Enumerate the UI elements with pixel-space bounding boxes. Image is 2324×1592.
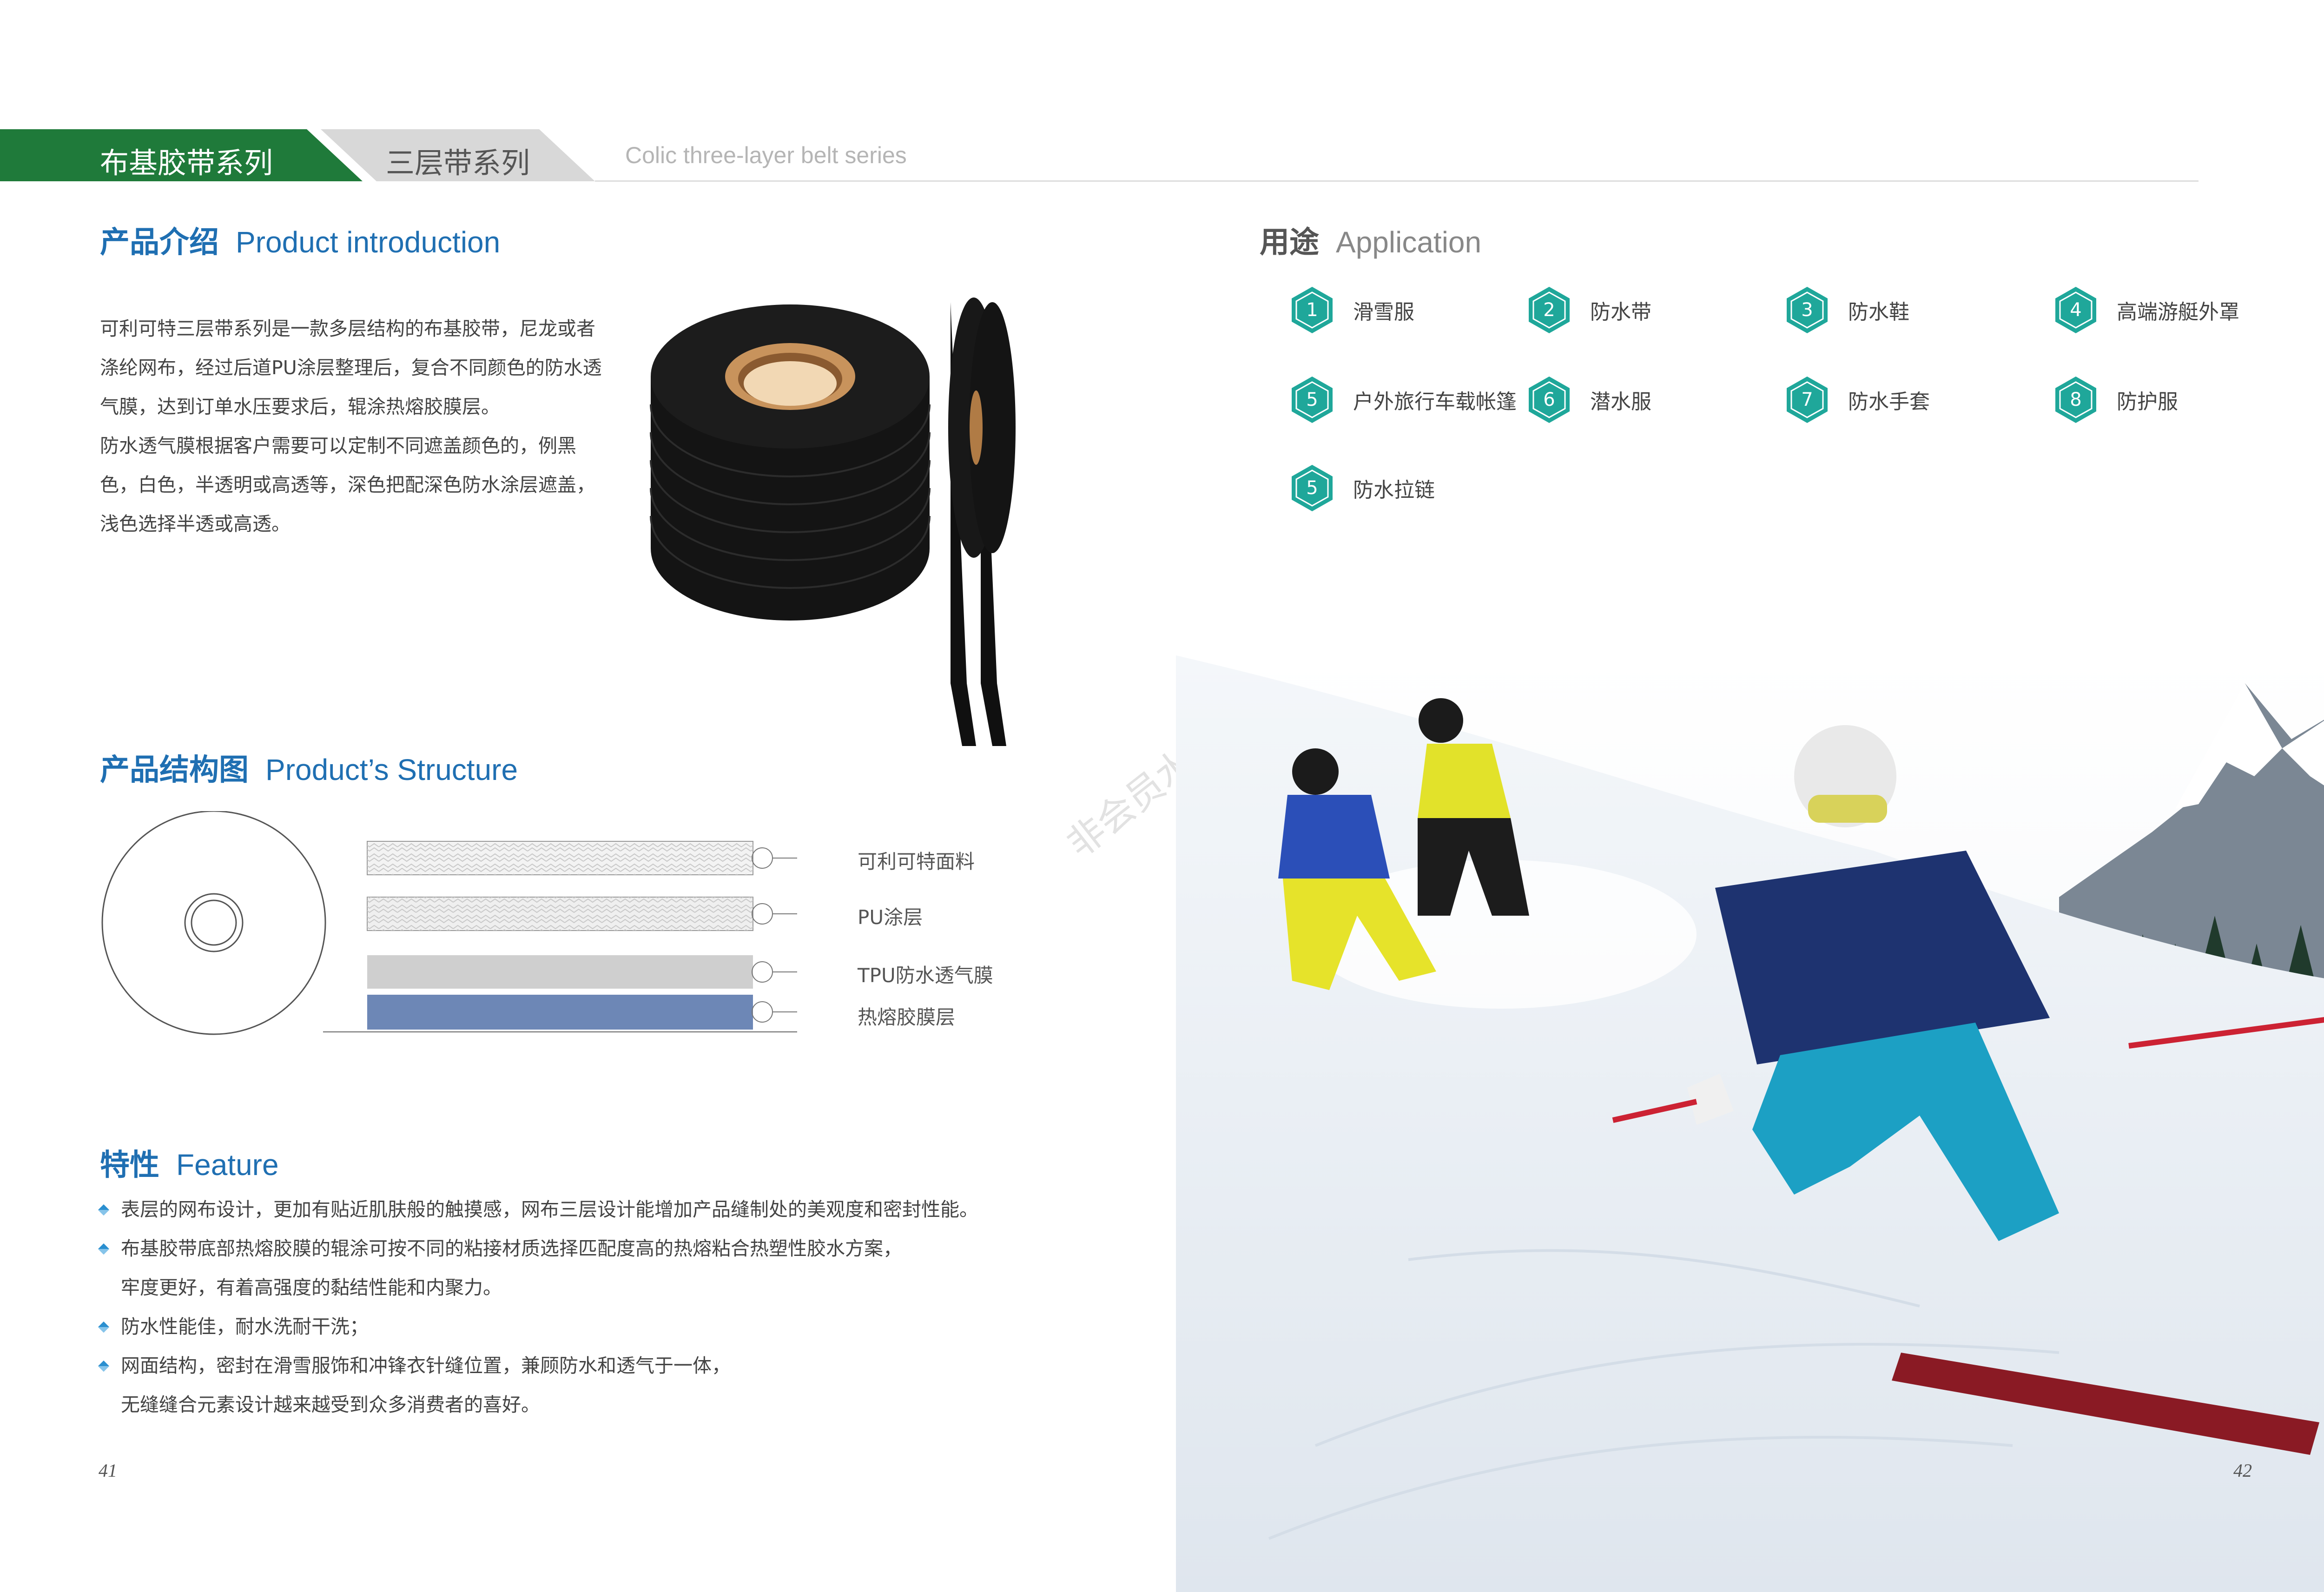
application-heading: 用途 Application: [1260, 218, 1481, 261]
hexagon-number-icon: 3: [1785, 286, 1829, 334]
page-number-right: 42: [2233, 1460, 2252, 1481]
diamond-bullet-icon: [98, 1321, 109, 1333]
application-label: 防水鞋: [1848, 300, 1909, 324]
application-label: 防水带: [1590, 300, 1651, 324]
series-tab-primary-label: 布基胶带系列: [100, 146, 273, 180]
hexagon-number-icon: 7: [1785, 376, 1829, 424]
layer-label-pu-coating: PU涂层: [858, 906, 923, 929]
feature-item-text: 防水性能佳，耐水洗耐干洗；: [121, 1315, 369, 1338]
application-label: 潜水服: [1590, 390, 1651, 414]
ski-photo: [1176, 655, 2324, 1592]
feature-item: 防水性能佳，耐水洗耐干洗；: [98, 1307, 1074, 1346]
feature-list: 表层的网布设计，更加有贴近肌肤般的触摸感，网布三层设计能增加产品缝制处的美观度和…: [98, 1190, 1074, 1424]
structure-heading: 产品结构图 Product’s Structure: [100, 746, 518, 789]
diamond-bullet-icon: [98, 1243, 109, 1255]
intro-heading: 产品介绍 Product introduction: [100, 218, 500, 261]
application-item: 3 防水鞋: [1785, 284, 1909, 336]
hexagon-number-icon: 5: [1290, 464, 1334, 512]
structure-diagram: [100, 811, 797, 1044]
intro-text: 可利可特三层带系列是一款多层结构的布基胶带，尼龙或者涤纶网布，经过后道PU涂层整…: [100, 309, 602, 543]
feature-item: 表层的网布设计，更加有贴近肌肤般的触摸感，网布三层设计能增加产品缝制处的美观度和…: [98, 1190, 1074, 1229]
layer-label-tpu-membrane: TPU防水透气膜: [858, 964, 993, 987]
header-subtitle: Colic three-layer belt series: [625, 142, 907, 168]
tape-roll-product-image: [646, 288, 1064, 762]
application-label: 防水拉链: [1353, 478, 1435, 502]
diamond-bullet-icon: [98, 1361, 109, 1372]
feature-item-text: 布基胶带底部热熔胶膜的辊涂可按不同的粘接材质选择匹配度高的热熔粘合热塑性胶水方案…: [121, 1237, 902, 1260]
page-number-left: 41: [99, 1460, 117, 1481]
feature-item-text-cont: 牢度更好，有着高强度的黏结性能和内聚力。: [121, 1276, 502, 1299]
application-label: 高端游艇外罩: [2117, 300, 2239, 324]
structure-heading-cn: 产品结构图: [100, 753, 249, 787]
application-item: 5 防水拉链: [1290, 462, 1435, 514]
application-label: 防护服: [2117, 390, 2178, 414]
feature-heading-en: Feature: [176, 1148, 279, 1182]
intro-heading-en: Product introduction: [236, 225, 501, 259]
application-label: 户外旅行车载帐篷: [1353, 390, 1517, 414]
application-heading-en: Application: [1336, 225, 1482, 259]
feature-item-text-cont: 无缝缝合元素设计越来越受到众多消费者的喜好。: [121, 1394, 540, 1416]
application-item: 2 防水带: [1527, 284, 1651, 336]
application-heading-cn: 用途: [1260, 225, 1319, 260]
feature-heading: 特性 Feature: [100, 1141, 279, 1184]
feature-heading-cn: 特性: [100, 1148, 159, 1182]
feature-item-text: 表层的网布设计，更加有贴近肌肤般的触摸感，网布三层设计能增加产品缝制处的美观度和…: [121, 1198, 978, 1221]
diamond-bullet-icon: [98, 1204, 109, 1215]
hexagon-number-icon: 1: [1290, 286, 1334, 334]
hexagon-number-icon: 4: [2053, 286, 2098, 334]
application-item: 4 高端游艇外罩: [2053, 284, 2239, 336]
layer-label-hot-melt: 热熔胶膜层: [858, 1006, 956, 1029]
series-tab-secondary: 三层带系列: [321, 129, 595, 181]
application-label: 滑雪服: [1353, 300, 1414, 324]
application-item: 8 防护服: [2053, 374, 2178, 425]
header-divider: [595, 180, 2199, 182]
application-item: 5 户外旅行车载帐篷: [1290, 374, 1517, 425]
feature-item-text: 网面结构，密封在滑雪服饰和冲锋衣针缝位置，兼顾防水和透气于一体，: [121, 1354, 731, 1377]
layer-label-fabric: 可利可特面料: [858, 850, 975, 873]
application-label: 防水手套: [1848, 390, 1930, 414]
intro-paragraph-2: 防水透气膜根据客户需要可以定制不同遮盖颜色的，例黑色，白色，半透明或高透等，深色…: [100, 435, 595, 535]
hexagon-number-icon: 8: [2053, 376, 2098, 424]
intro-paragraph-1: 可利可特三层带系列是一款多层结构的布基胶带，尼龙或者涤纶网布，经过后道PU涂层整…: [100, 317, 602, 418]
series-tab-secondary-label: 三层带系列: [386, 146, 530, 180]
feature-item: 布基胶带底部热熔胶膜的辊涂可按不同的粘接材质选择匹配度高的热熔粘合热塑性胶水方案…: [98, 1229, 1074, 1307]
hexagon-number-icon: 6: [1527, 376, 1571, 424]
structure-heading-en: Product’s Structure: [265, 753, 518, 786]
feature-item: 网面结构，密封在滑雪服饰和冲锋衣针缝位置，兼顾防水和透气于一体， 无缝缝合元素设…: [98, 1346, 1074, 1424]
intro-heading-cn: 产品介绍: [100, 225, 219, 260]
hexagon-number-icon: 2: [1527, 286, 1571, 334]
application-item: 7 防水手套: [1785, 374, 1930, 425]
application-item: 1 滑雪服: [1290, 284, 1414, 336]
series-tab-primary: 布基胶带系列: [0, 129, 363, 181]
roll-cross-section-icon: [101, 811, 326, 1035]
application-item: 6 潜水服: [1527, 374, 1651, 425]
hexagon-number-icon: 5: [1290, 376, 1334, 424]
